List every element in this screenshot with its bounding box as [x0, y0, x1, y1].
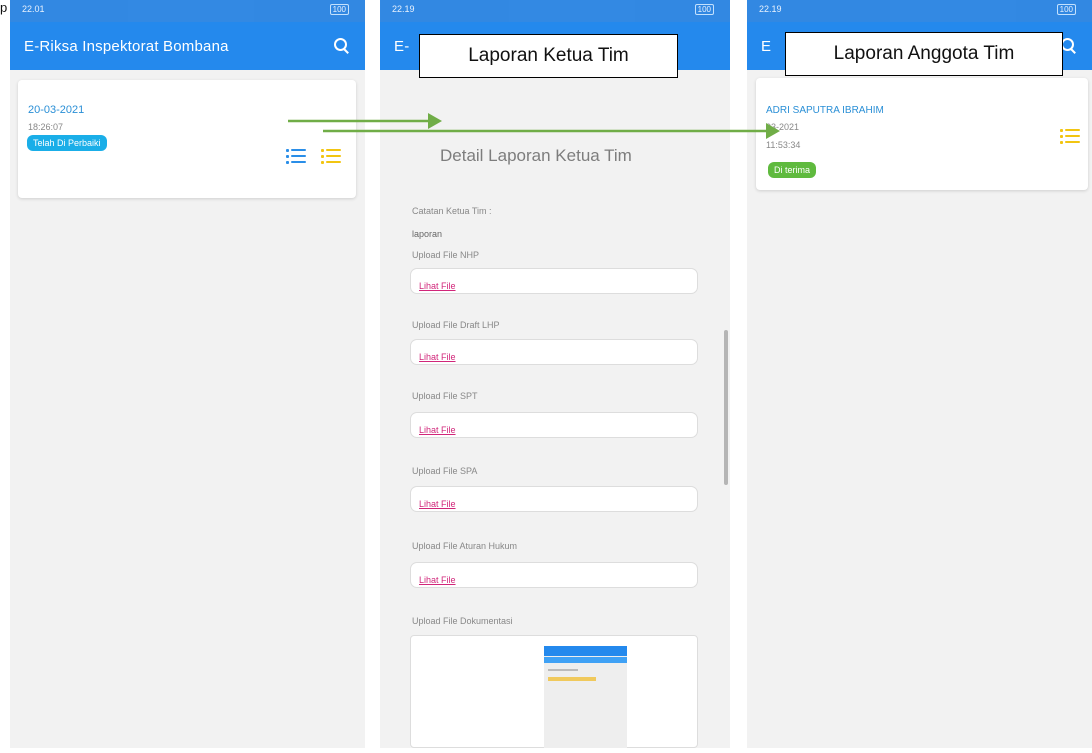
arrow-head	[428, 113, 442, 129]
arrow-head	[766, 123, 780, 139]
annotation-arrows	[288, 113, 780, 139]
